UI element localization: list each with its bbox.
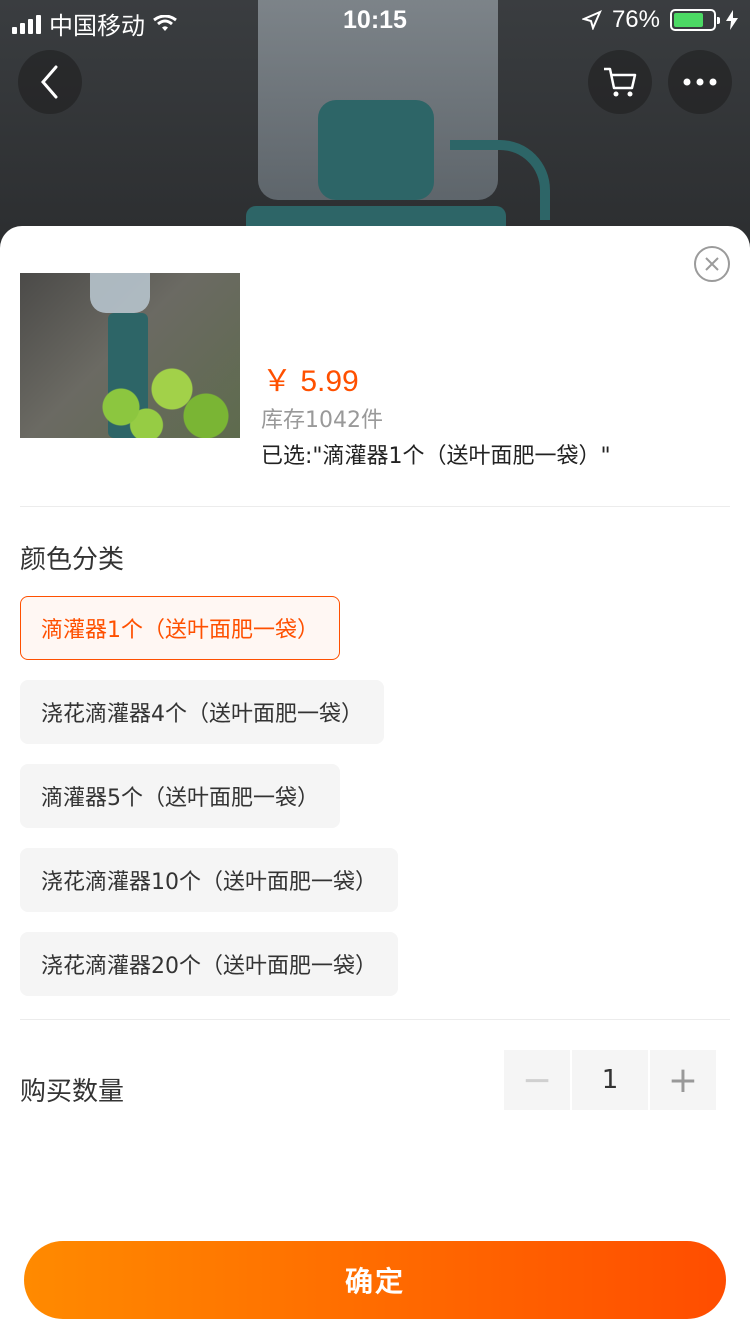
back-button[interactable]: [18, 50, 82, 114]
close-icon: [705, 257, 719, 271]
battery-level: [674, 13, 703, 27]
variant-option[interactable]: 滴灌器5个（送叶面肥一袋）: [20, 764, 340, 828]
quantity-stepper: − 1 +: [504, 1050, 716, 1110]
variant-option[interactable]: 浇花滴灌器10个（送叶面肥一袋）: [20, 848, 398, 912]
quantity-value[interactable]: 1: [572, 1050, 648, 1110]
confirm-button[interactable]: 确定: [24, 1241, 726, 1319]
location-arrow-icon: [581, 10, 602, 30]
status-right: 76%: [581, 6, 738, 34]
more-dots-icon: [683, 78, 717, 86]
decrement-button[interactable]: −: [504, 1050, 570, 1110]
sku-sheet: ￥ 5.99 库存1042件 已选:"滴灌器1个（送叶面肥一袋）" 颜色分类 滴…: [0, 226, 750, 1334]
hero-hook: [450, 140, 550, 220]
increment-button[interactable]: +: [650, 1050, 716, 1110]
selected-variant: 已选:"滴灌器1个（送叶面肥一袋）": [261, 444, 611, 469]
battery-percent: 76%: [611, 6, 660, 33]
status-bar: 中国移动 10:15 76%: [0, 0, 750, 40]
hero-cap: [318, 100, 434, 200]
quantity-label: 购买数量: [20, 1077, 125, 1107]
more-button[interactable]: [668, 50, 732, 114]
variant-option[interactable]: 滴灌器1个（送叶面肥一袋）: [20, 596, 340, 660]
cart-button[interactable]: [588, 50, 652, 114]
cart-icon: [604, 67, 637, 97]
variant-option[interactable]: 浇花滴灌器4个（送叶面肥一袋）: [20, 680, 384, 744]
stock-count: 库存1042件: [261, 408, 383, 433]
options-title: 颜色分类: [20, 545, 125, 575]
divider: [20, 506, 730, 507]
close-button[interactable]: [694, 246, 730, 282]
product-price: ￥ 5.99: [262, 365, 359, 398]
divider: [20, 1019, 730, 1020]
variant-options: 滴灌器1个（送叶面肥一袋） 浇花滴灌器4个（送叶面肥一袋） 滴灌器5个（送叶面肥…: [20, 596, 730, 1016]
variant-option[interactable]: 浇花滴灌器20个（送叶面肥一袋）: [20, 932, 398, 996]
charging-bolt-icon: [726, 10, 738, 30]
battery-icon: [670, 9, 720, 31]
chevron-left-icon: [41, 65, 58, 99]
product-thumbnail: [20, 273, 240, 438]
